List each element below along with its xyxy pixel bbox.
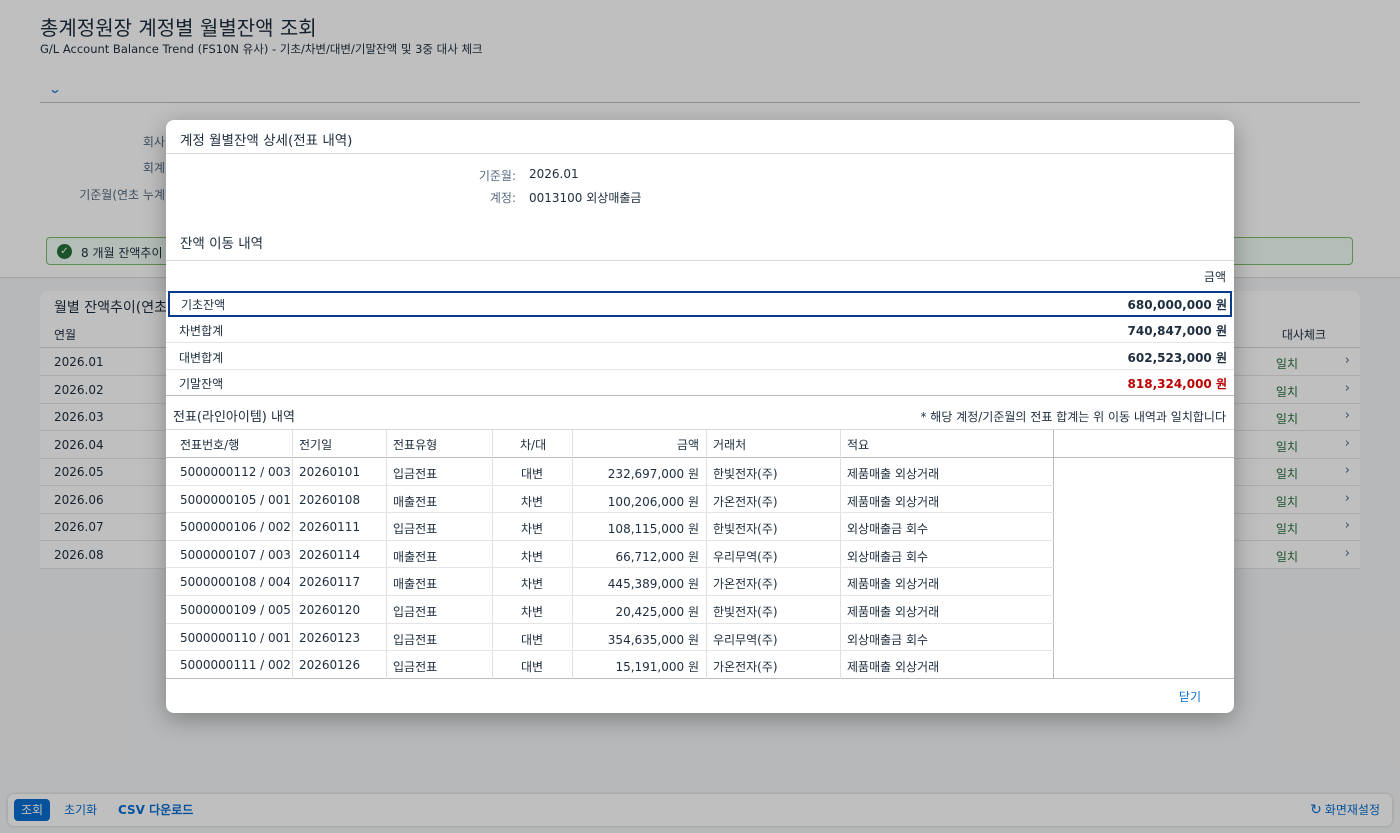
documents-grid: 5000000112 / 003 20260101 입금전표 대변 232,697,00… xyxy=(166,430,1054,679)
movement-label: 기초잔액 xyxy=(181,298,226,312)
line-text: 제품매출 외상거래 xyxy=(847,605,940,619)
line-text: 제품매출 외상거래 xyxy=(847,467,940,481)
debit-credit: 차변 xyxy=(520,522,544,537)
debit-credit: 차변 xyxy=(520,549,544,564)
document-row[interactable]: 5000000112 / 003 20260101 입금전표 대변 232,697,00… xyxy=(166,458,1054,486)
movement-label: 차변합계 xyxy=(179,324,224,338)
debit-credit: 대변 xyxy=(520,660,544,675)
movement-row-closing[interactable]: 기말잔액 818,324,000 원 xyxy=(166,370,1234,396)
account-label: 계정: xyxy=(489,191,516,205)
detail-dialog: 계정 월별잔액 상세(전표 내역) 기준월: 2026.01 계정: 00131… xyxy=(166,120,1234,713)
posting-date: 20260114 xyxy=(299,547,361,562)
doc-type: 매출전표 xyxy=(393,549,438,564)
document-row[interactable]: 5000000109 / 005 20260120 입금전표 차변 20,425,000… xyxy=(166,596,1054,624)
doc-number: 5000000109 / 005 xyxy=(180,603,290,617)
account-value: 0013100 외상매출금 xyxy=(529,191,642,205)
doc-amount: 100,206,000 원 xyxy=(607,494,699,509)
close-button[interactable]: 닫기 xyxy=(1179,688,1201,705)
partner: 우리무역(주) xyxy=(713,632,778,647)
debit-credit: 차변 xyxy=(520,577,544,592)
line-text: 외상매출금 회수 xyxy=(847,549,929,564)
partner: 가온전자(주) xyxy=(713,577,778,592)
partner: 가온전자(주) xyxy=(713,494,778,509)
doc-amount: 108,115,000 원 xyxy=(607,522,699,537)
line-text: 제품매출 외상거래 xyxy=(847,660,940,675)
line-text: 외상매출금 회수 xyxy=(847,632,929,647)
partner: 한빛전자(주) xyxy=(713,467,778,481)
movement-amount: 602,523,000 원 xyxy=(1127,351,1227,365)
movement-amount: 818,324,000 원 xyxy=(1127,377,1227,391)
doc-type: 입금전표 xyxy=(393,632,438,647)
document-row[interactable]: 5000000108 / 004 20260117 매출전표 차변 445,389,00… xyxy=(166,568,1054,596)
period-label: 기준월: xyxy=(478,169,516,183)
movement-section-title: 잔액 이동 내역 xyxy=(180,236,264,252)
movement-row-opening[interactable]: 기초잔액 680,000,000 원 xyxy=(168,291,1232,317)
doc-type: 입금전표 xyxy=(393,660,438,675)
column-header-amount[interactable]: 금액 xyxy=(1204,268,1226,285)
document-row[interactable]: 5000000110 / 001 20260123 입금전표 대변 354,635,00… xyxy=(166,624,1054,652)
doc-type: 매출전표 xyxy=(393,577,438,592)
doc-amount: 445,389,000 원 xyxy=(607,577,699,592)
doc-number: 5000000111 / 002 xyxy=(180,658,290,673)
debit-credit: 대변 xyxy=(520,467,544,481)
partner: 가온전자(주) xyxy=(713,660,778,675)
partner: 한빛전자(주) xyxy=(713,605,778,619)
posting-date: 20260120 xyxy=(299,603,361,617)
doc-number: 5000000106 / 002 xyxy=(180,520,290,535)
posting-date: 20260101 xyxy=(299,465,361,479)
doc-type: 매출전표 xyxy=(393,494,438,509)
doc-type: 입금전표 xyxy=(393,467,438,481)
line-text: 제품매출 외상거래 xyxy=(847,577,940,592)
doc-number: 5000000110 / 001 xyxy=(180,630,290,645)
movement-label: 대변합계 xyxy=(179,351,224,365)
doc-amount: 20,425,000 원 xyxy=(615,605,699,619)
doc-amount: 354,635,000 원 xyxy=(607,632,699,647)
line-text: 외상매출금 회수 xyxy=(847,522,929,537)
line-text: 제품매출 외상거래 xyxy=(847,494,940,509)
period-value: 2026.01 xyxy=(529,167,579,181)
document-row[interactable]: 5000000106 / 002 20260111 입금전표 차변 108,115,00… xyxy=(166,513,1054,541)
documents-section-title: 전표(라인아이템) 내역 xyxy=(173,410,295,425)
doc-number: 5000000112 / 003 xyxy=(180,465,290,479)
doc-type: 입금전표 xyxy=(393,605,438,619)
doc-number: 5000000107 / 003 xyxy=(180,547,290,562)
debit-credit: 대변 xyxy=(520,632,544,647)
document-row[interactable]: 5000000111 / 002 20260126 입금전표 대변 15,191,000… xyxy=(166,651,1054,679)
partner: 한빛전자(주) xyxy=(713,522,778,537)
doc-amount: 15,191,000 원 xyxy=(615,660,699,675)
posting-date: 20260117 xyxy=(299,575,361,590)
dialog-title-divider xyxy=(166,153,1234,154)
partner: 우리무역(주) xyxy=(713,549,778,564)
doc-type: 입금전표 xyxy=(393,522,438,537)
movement-amount: 740,847,000 원 xyxy=(1127,324,1227,338)
movement-row-credit[interactable]: 대변합계 602,523,000 원 xyxy=(166,344,1234,370)
movement-label: 기말잔액 xyxy=(179,377,224,391)
document-row[interactable]: 5000000107 / 003 20260114 매출전표 차변 66,712,000… xyxy=(166,541,1054,569)
movement-amount: 680,000,000 원 xyxy=(1127,298,1227,312)
doc-number: 5000000108 / 004 xyxy=(180,575,290,590)
doc-amount: 66,712,000 원 xyxy=(615,549,699,564)
posting-date: 20260123 xyxy=(299,630,361,645)
posting-date: 20260108 xyxy=(299,492,361,507)
debit-credit: 차변 xyxy=(520,605,544,619)
doc-number: 5000000105 / 001 xyxy=(180,492,290,507)
posting-date: 20260126 xyxy=(299,658,361,673)
documents-table: 전표번호/행 전기일 전표유형 차/대 금액 거래처 적요 5000000112… xyxy=(166,429,1234,679)
posting-date: 20260111 xyxy=(299,520,361,535)
doc-amount: 232,697,000 원 xyxy=(607,467,699,481)
movement-row-debit[interactable]: 차변합계 740,847,000 원 xyxy=(166,317,1234,343)
documents-note: * 해당 계정/기준월의 전표 합계는 위 이동 내역과 일치합니다 xyxy=(920,410,1226,424)
movement-table-header: 금액 xyxy=(166,260,1234,292)
dialog-title: 계정 월별잔액 상세(전표 내역) xyxy=(180,133,353,149)
document-row[interactable]: 5000000105 / 001 20260108 매출전표 차변 100,206,00… xyxy=(166,486,1054,514)
debit-credit: 차변 xyxy=(520,494,544,509)
